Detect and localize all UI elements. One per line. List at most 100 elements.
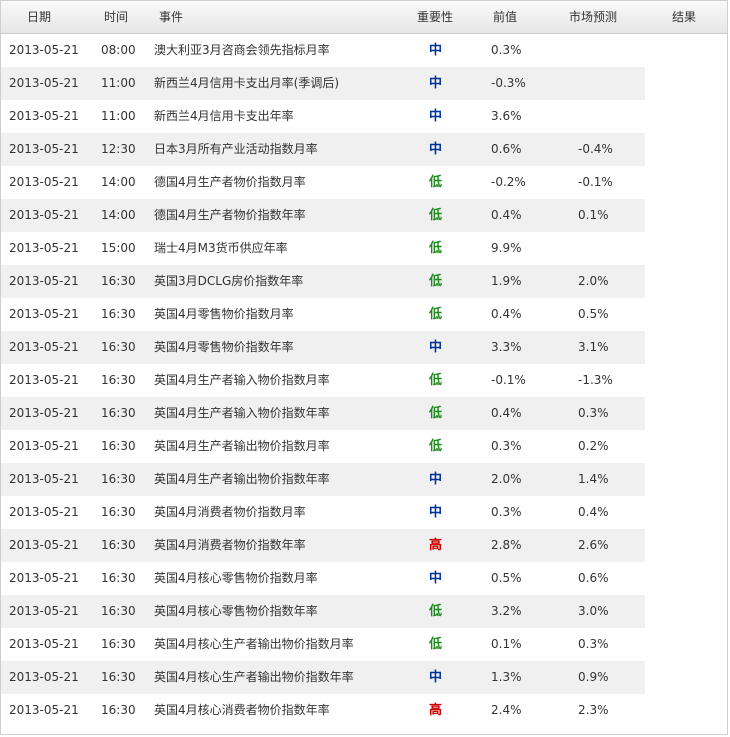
- cell-date: 2013-05-21: [9, 538, 79, 552]
- cell-time: 16:30: [101, 637, 136, 651]
- importance-badge: 低: [429, 439, 443, 454]
- cell-forecast: 3.1%: [578, 340, 609, 354]
- cell-time: 16:30: [101, 439, 136, 453]
- cell-forecast: -0.4%: [578, 142, 613, 156]
- cell-forecast: 0.5%: [578, 307, 609, 321]
- header-result[interactable]: 结果: [672, 1, 696, 33]
- table-row[interactable]: 2013-05-21 16:30 英国4月消费者物价指数月率 中 0.3% 0.4%: [1, 496, 645, 529]
- cell-previous: 2.8%: [491, 538, 522, 552]
- cell-event: 澳大利亚3月咨商会领先指标月率: [154, 43, 330, 57]
- cell-previous: 0.4%: [491, 208, 522, 222]
- table-row[interactable]: 2013-05-21 16:30 英国4月消费者物价指数年率 高 2.8% 2.6%: [1, 529, 645, 562]
- cell-previous: 2.4%: [491, 703, 522, 717]
- cell-previous: 0.1%: [491, 637, 522, 651]
- cell-previous: -0.2%: [491, 175, 526, 189]
- cell-time: 16:30: [101, 406, 136, 420]
- cell-forecast: 1.4%: [578, 472, 609, 486]
- cell-forecast: 2.6%: [578, 538, 609, 552]
- cell-event: 英国3月DCLG房价指数年率: [154, 274, 304, 288]
- cell-previous: 1.3%: [491, 670, 522, 684]
- cell-time: 16:30: [101, 307, 136, 321]
- importance-badge: 低: [429, 208, 443, 223]
- table-row[interactable]: 2013-05-21 14:00 德国4月生产者物价指数月率 低 -0.2% -0.1%: [1, 166, 645, 199]
- cell-time: 16:30: [101, 571, 136, 585]
- importance-badge: 低: [429, 307, 443, 322]
- importance-badge: 中: [429, 43, 443, 58]
- cell-date: 2013-05-21: [9, 142, 79, 156]
- cell-forecast: -1.3%: [578, 373, 613, 387]
- cell-date: 2013-05-21: [9, 406, 79, 420]
- cell-forecast: 2.3%: [578, 703, 609, 717]
- cell-forecast: 0.3%: [578, 406, 609, 420]
- table-row[interactable]: 2013-05-21 12:30 日本3月所有产业活动指数月率 中 0.6% -0.4%: [1, 133, 645, 166]
- table-row[interactable]: 2013-05-21 15:00 瑞士4月M3货币供应年率 低 9.9%: [1, 232, 645, 265]
- cell-date: 2013-05-21: [9, 439, 79, 453]
- importance-badge: 高: [429, 538, 443, 553]
- table-row[interactable]: 2013-05-21 16:30 英国4月生产者输出物价指数年率 中 2.0% 1.4%: [1, 463, 645, 496]
- importance-badge: 中: [429, 340, 443, 355]
- cell-previous: 0.6%: [491, 142, 522, 156]
- importance-badge: 低: [429, 274, 443, 289]
- cell-date: 2013-05-21: [9, 703, 79, 717]
- header-time[interactable]: 时间: [104, 1, 128, 33]
- cell-time: 11:00: [101, 109, 136, 123]
- importance-badge: 中: [429, 472, 443, 487]
- cell-event: 瑞士4月M3货币供应年率: [154, 241, 288, 255]
- table-row[interactable]: 2013-05-21 16:30 英国3月DCLG房价指数年率 低 1.9% 2.0%: [1, 265, 645, 298]
- cell-date: 2013-05-21: [9, 505, 79, 519]
- cell-date: 2013-05-21: [9, 373, 79, 387]
- cell-forecast: 3.0%: [578, 604, 609, 618]
- economic-calendar-table: 日期 时间 事件 重要性 前值 市场预测 结果 2013-05-21 08:00 澳…: [0, 0, 728, 735]
- header-date[interactable]: 日期: [27, 1, 51, 33]
- cell-event: 英国4月核心零售物价指数月率: [154, 571, 318, 585]
- importance-badge: 中: [429, 142, 443, 157]
- table-row[interactable]: 2013-05-21 16:30 英国4月核心生产者输出物价指数月率 低 0.1% 0.3…: [1, 628, 645, 661]
- cell-time: 16:30: [101, 373, 136, 387]
- cell-previous: 0.4%: [491, 307, 522, 321]
- cell-event: 英国4月生产者输出物价指数月率: [154, 439, 330, 453]
- cell-date: 2013-05-21: [9, 307, 79, 321]
- importance-badge: 低: [429, 241, 443, 256]
- table-row[interactable]: 2013-05-21 16:30 英国4月生产者输入物价指数月率 低 -0.1% -1.3…: [1, 364, 645, 397]
- importance-badge: 中: [429, 76, 443, 91]
- cell-previous: 0.3%: [491, 43, 522, 57]
- cell-event: 英国4月核心生产者输出物价指数年率: [154, 670, 354, 684]
- cell-forecast: 0.1%: [578, 208, 609, 222]
- table-row[interactable]: 2013-05-21 16:30 英国4月核心零售物价指数年率 低 3.2% 3.0%: [1, 595, 645, 628]
- cell-time: 16:30: [101, 703, 136, 717]
- table-row[interactable]: 2013-05-21 14:00 德国4月生产者物价指数年率 低 0.4% 0.1%: [1, 199, 645, 232]
- table-row[interactable]: 2013-05-21 16:30 英国4月生产者输入物价指数年率 低 0.4% 0.3%: [1, 397, 645, 430]
- cell-previous: 3.2%: [491, 604, 522, 618]
- cell-event: 英国4月零售物价指数月率: [154, 307, 294, 321]
- table-row[interactable]: 2013-05-21 11:00 新西兰4月信用卡支出月率(季调后) 中 -0.3%: [1, 67, 645, 100]
- table-row[interactable]: 2013-05-21 11:00 新西兰4月信用卡支出年率 中 3.6%: [1, 100, 645, 133]
- table-row[interactable]: 2013-05-21 16:30 英国4月核心生产者输出物价指数年率 中 1.3% 0.9…: [1, 661, 645, 694]
- header-forecast[interactable]: 市场预测: [569, 1, 617, 33]
- cell-previous: 9.9%: [491, 241, 522, 255]
- table-row[interactable]: 2013-05-21 16:30 英国4月零售物价指数月率 低 0.4% 0.5%: [1, 298, 645, 331]
- cell-forecast: 0.4%: [578, 505, 609, 519]
- header-event[interactable]: 事件: [159, 1, 183, 33]
- table-row[interactable]: 2013-05-21 16:30 英国4月零售物价指数年率 中 3.3% 3.1%: [1, 331, 645, 364]
- table-row[interactable]: 2013-05-21 08:00 澳大利亚3月咨商会领先指标月率 中 0.3%: [1, 34, 645, 67]
- importance-badge: 低: [429, 637, 443, 652]
- cell-date: 2013-05-21: [9, 340, 79, 354]
- cell-date: 2013-05-21: [9, 43, 79, 57]
- cell-forecast: 0.9%: [578, 670, 609, 684]
- table-row[interactable]: 2013-05-21 16:30 英国4月核心消费者物价指数年率 高 2.4% 2.3%: [1, 694, 645, 727]
- importance-badge: 低: [429, 175, 443, 190]
- cell-date: 2013-05-21: [9, 472, 79, 486]
- cell-previous: 0.3%: [491, 439, 522, 453]
- importance-badge: 中: [429, 670, 443, 685]
- cell-time: 14:00: [101, 208, 136, 222]
- header-importance[interactable]: 重要性: [417, 1, 453, 33]
- header-previous[interactable]: 前值: [493, 1, 517, 33]
- cell-forecast: -0.1%: [578, 175, 613, 189]
- cell-event: 英国4月消费者物价指数年率: [154, 538, 306, 552]
- cell-date: 2013-05-21: [9, 670, 79, 684]
- table-row[interactable]: 2013-05-21 16:30 英国4月核心零售物价指数月率 中 0.5% 0.6%: [1, 562, 645, 595]
- cell-time: 16:30: [101, 538, 136, 552]
- table-row[interactable]: 2013-05-21 16:30 英国4月生产者输出物价指数月率 低 0.3% 0.2%: [1, 430, 645, 463]
- cell-time: 16:30: [101, 604, 136, 618]
- cell-time: 16:30: [101, 505, 136, 519]
